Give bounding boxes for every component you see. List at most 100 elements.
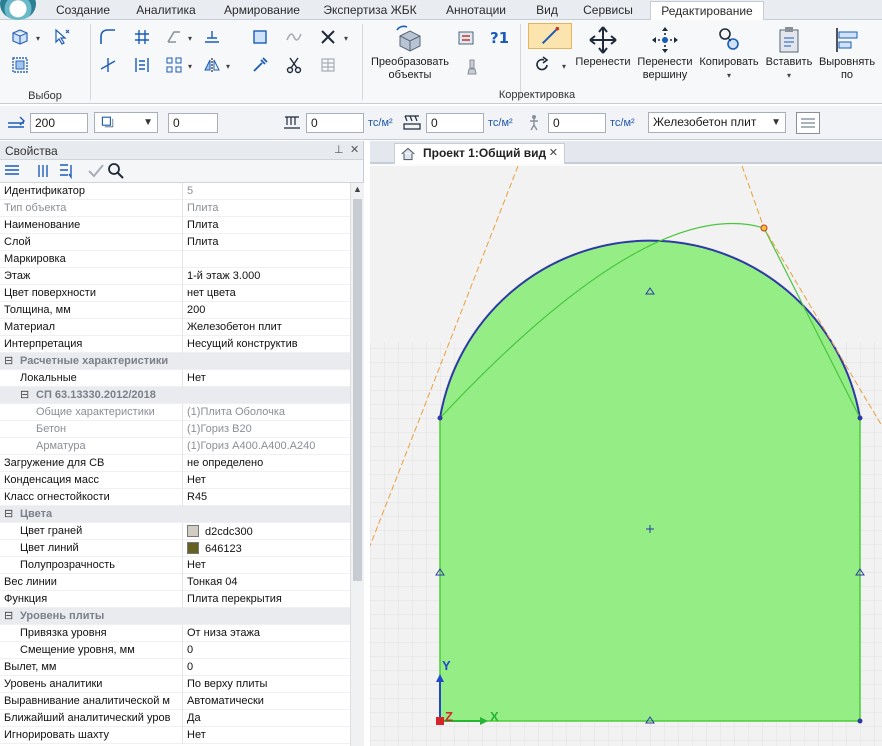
property-value[interactable]: (1)Гориз B20 — [187, 423, 347, 435]
property-value[interactable]: Плита — [187, 219, 347, 231]
property-value[interactable]: Железобетон плит — [187, 321, 347, 333]
collapse-icon[interactable]: ⊟ — [4, 609, 13, 622]
collapse-icon[interactable]: ⊟ — [20, 388, 29, 401]
property-row[interactable]: Полупрозрачность Нет — [0, 557, 350, 574]
property-value[interactable]: 646123 — [187, 542, 347, 555]
tangent-point[interactable] — [760, 224, 768, 232]
tab-project-general-view[interactable]: Проект 1:Общий вид ✕ — [394, 143, 565, 164]
property-row[interactable]: Слой Плита — [0, 234, 350, 251]
stack-icon[interactable] — [316, 54, 340, 76]
property-category[interactable]: ⊟ Расчетные характеристики — [0, 353, 350, 370]
fillet-icon[interactable] — [96, 26, 120, 48]
tab-analytics[interactable]: Аналитика — [124, 1, 208, 20]
alphabetical-icon[interactable] — [34, 161, 54, 181]
property-value[interactable]: Автоматически — [187, 695, 347, 707]
scrollbar-thumb[interactable] — [353, 199, 362, 581]
categorized-icon[interactable] — [2, 161, 22, 181]
property-category[interactable]: ⊟ СП 63.13330.2012/2018 — [0, 387, 350, 404]
property-row[interactable]: Смещение уровня, мм 0 — [0, 642, 350, 659]
pointer-icon[interactable] — [50, 26, 74, 48]
property-row[interactable]: Конденсация масс Нет — [0, 472, 350, 489]
array-icon[interactable] — [162, 54, 186, 76]
offset-icon[interactable] — [200, 26, 224, 48]
tab-create[interactable]: Создание — [44, 1, 122, 20]
property-value[interactable]: Нет — [187, 729, 347, 741]
property-value[interactable]: Тонкая 04 — [187, 576, 347, 588]
thickness-field[interactable]: 200 — [30, 113, 88, 133]
tab-annotations[interactable]: Аннотации — [426, 1, 526, 20]
property-row[interactable]: Локальные Нет — [0, 370, 350, 387]
property-row[interactable]: Класс огнестойкости R45 — [0, 489, 350, 506]
property-row[interactable]: Игнорировать шахту Нет — [0, 727, 350, 744]
split-icon[interactable] — [130, 26, 154, 48]
property-value[interactable]: 5 — [187, 185, 347, 197]
eyedropper-icon[interactable] — [248, 54, 272, 76]
move-button[interactable]: Перенести — [574, 22, 632, 86]
vertex-top-right[interactable] — [857, 415, 863, 421]
property-value[interactable]: (1)Плита Оболочка — [187, 406, 347, 418]
property-row[interactable]: Уровень аналитики По верху плиты — [0, 676, 350, 693]
stretch-icon[interactable] — [162, 26, 186, 48]
property-row[interactable]: Вес линии Тонкая 04 — [0, 574, 350, 591]
property-value[interactable]: R45 — [187, 491, 347, 503]
property-value[interactable]: 0 — [187, 644, 347, 656]
property-row[interactable]: Идентификатор 5 — [0, 183, 350, 200]
offset-field[interactable]: 0 — [168, 113, 218, 133]
property-row[interactable]: Интерпретация Несущий конструктив — [0, 336, 350, 353]
property-value[interactable]: не определено — [187, 457, 347, 469]
property-row[interactable]: Наименование Плита — [0, 217, 350, 234]
property-value[interactable]: Плита — [187, 202, 347, 214]
property-row[interactable]: Загружение для СВ не определено — [0, 455, 350, 472]
property-value[interactable]: Плита — [187, 236, 347, 248]
property-row[interactable]: Маркировка — [0, 251, 350, 268]
collapse-icon[interactable]: ⊟ — [4, 354, 13, 367]
help-query-icon[interactable]: ?1 — [486, 26, 510, 48]
property-row[interactable]: Цвет линий 646123 — [0, 540, 350, 557]
property-row[interactable]: Арматура (1)Гориз A400.A400.A240 — [0, 438, 350, 455]
scissors-icon[interactable] — [282, 54, 306, 76]
property-row[interactable]: Функция Плита перекрытия — [0, 591, 350, 608]
tab-services[interactable]: Сервисы — [568, 1, 648, 20]
app-menu-button[interactable] — [0, 0, 36, 20]
rectangle-icon[interactable] — [248, 26, 272, 48]
select-frame-icon[interactable] — [8, 54, 32, 76]
property-row[interactable]: Материал Железобетон плит — [0, 319, 350, 336]
calculator-icon[interactable] — [454, 26, 478, 48]
property-category[interactable]: ⊟ Цвета — [0, 506, 350, 523]
property-value[interactable]: По верху плиты — [187, 678, 347, 690]
distribute-icon[interactable] — [130, 54, 154, 76]
model-view[interactable]: Y X Z — [370, 166, 882, 746]
property-scrollbar[interactable]: ▲ — [350, 183, 364, 746]
wave-icon[interactable] — [282, 26, 306, 48]
load1-field[interactable]: 0 — [306, 113, 364, 133]
property-value[interactable]: Плита перекрытия — [187, 593, 347, 605]
pin-icon[interactable]: ⊥ — [334, 143, 344, 156]
property-row[interactable]: Цвет граней d2cdc300 — [0, 523, 350, 540]
draw-line-toggle[interactable] — [528, 23, 572, 49]
property-row[interactable]: Ближайший аналитический уров Да — [0, 710, 350, 727]
paste-button[interactable]: Вставить ▾ — [764, 22, 814, 86]
property-value[interactable]: 200 — [187, 304, 347, 316]
property-value[interactable]: d2cdc300 — [187, 525, 347, 538]
property-row[interactable]: Цвет поверхности нет цвета — [0, 285, 350, 302]
property-row[interactable]: Привязка уровня От низа этажа — [0, 625, 350, 642]
drawing-canvas[interactable]: Y X Z — [370, 166, 882, 746]
tab-expertise[interactable]: Экспертиза ЖБК — [316, 1, 424, 20]
property-value[interactable]: нет цвета — [187, 287, 347, 299]
property-value[interactable]: (1)Гориз A400.A400.A240 — [187, 440, 347, 452]
property-row[interactable]: Выравнивание аналитической м Автоматическ… — [0, 693, 350, 710]
close-icon[interactable]: ✕ — [350, 143, 359, 156]
property-value[interactable]: Нет — [187, 559, 347, 571]
property-value[interactable]: 1-й этаж 3.000 — [187, 270, 347, 282]
delete-icon[interactable] — [316, 26, 340, 48]
property-value[interactable]: От низа этажа — [187, 627, 347, 639]
property-category[interactable]: ⊟ Уровень плиты — [0, 608, 350, 625]
property-value[interactable]: Нет — [187, 372, 347, 384]
tab-editing[interactable]: Редактирование — [650, 1, 764, 21]
search-icon[interactable] — [106, 161, 126, 181]
align-button[interactable]: Выровнять по — [814, 22, 880, 86]
mirror-icon[interactable] — [200, 54, 224, 76]
slab-fill[interactable] — [440, 240, 860, 721]
property-row[interactable]: Бетон (1)Гориз B20 — [0, 421, 350, 438]
property-value[interactable]: Да — [187, 712, 347, 724]
